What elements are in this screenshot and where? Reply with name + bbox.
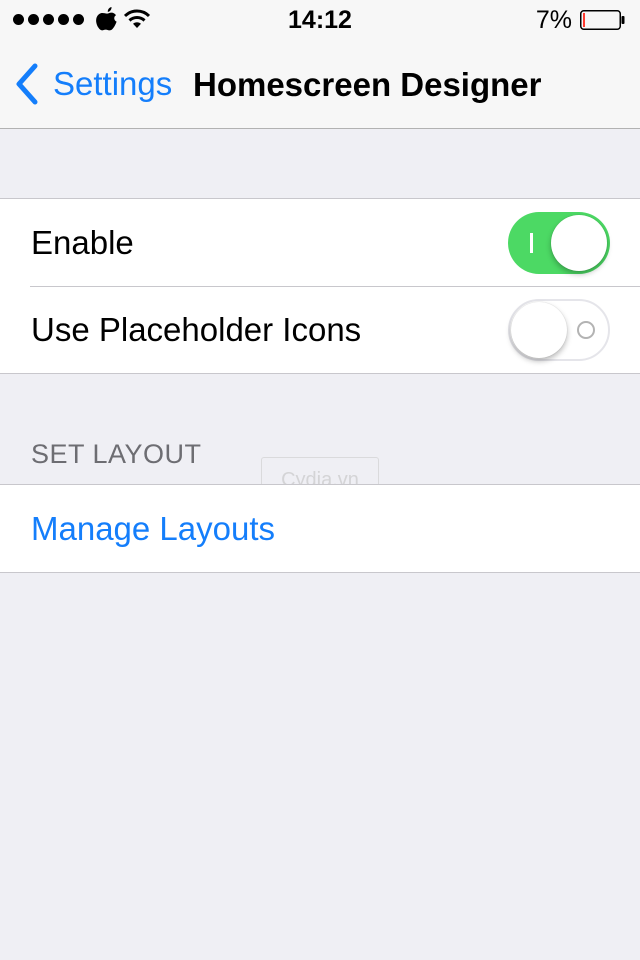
switch-knob xyxy=(511,301,567,358)
back-button-label: Settings xyxy=(53,65,173,102)
setting-row-placeholder-icons: Use Placeholder Icons xyxy=(0,286,640,373)
settings-screen: 14:12 7% Settings Homescreen Designer En… xyxy=(0,0,640,960)
placeholder-icons-label: Use Placeholder Icons xyxy=(31,310,362,348)
battery-percent: 7% xyxy=(535,6,572,34)
manage-layouts-row[interactable]: Manage Layouts xyxy=(0,485,640,572)
back-button[interactable]: Settings xyxy=(14,62,172,106)
enable-switch[interactable] xyxy=(508,211,610,274)
setting-row-enable: Enable xyxy=(0,199,640,286)
placeholder-icons-switch[interactable] xyxy=(508,298,610,361)
navigation-bar: Settings Homescreen Designer xyxy=(0,40,640,129)
chevron-left-icon xyxy=(16,63,38,105)
page-title: Homescreen Designer xyxy=(193,66,542,103)
battery-icon xyxy=(580,10,625,30)
enable-label: Enable xyxy=(31,223,134,261)
switch-on-indicator xyxy=(530,232,533,253)
section-header-set-layout: SET LAYOUT xyxy=(31,439,202,469)
switch-off-indicator xyxy=(577,320,595,339)
switch-knob xyxy=(551,214,607,271)
layout-group: Manage Layouts xyxy=(0,484,640,573)
manage-layouts-link[interactable]: Manage Layouts xyxy=(31,510,275,548)
battery-level-fill xyxy=(583,13,585,27)
status-bar: 14:12 7% xyxy=(0,0,640,40)
toggles-group: Enable Use Placeholder Icons xyxy=(0,198,640,374)
